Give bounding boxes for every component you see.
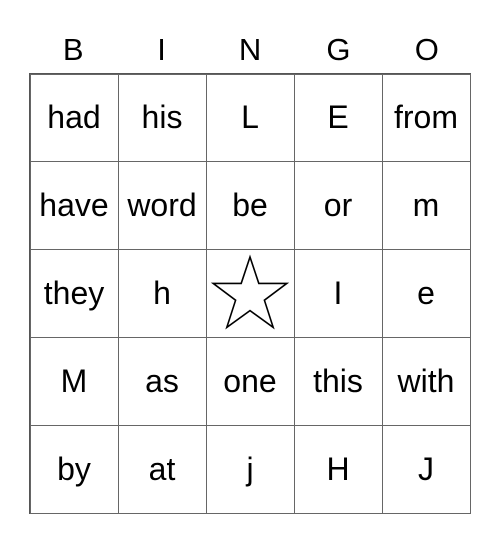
bingo-cell[interactable]: with [381,336,471,426]
bingo-cell[interactable]: L [205,73,295,163]
bingo-header: B I N G O [29,30,471,70]
bingo-cell[interactable]: be [205,161,295,251]
header-letter-b: B [62,32,84,67]
bingo-cell[interactable]: at [117,424,207,514]
bingo-cell[interactable]: one [205,336,295,426]
free-space-cell[interactable] [205,249,295,338]
bingo-cell[interactable]: or [293,161,383,251]
bingo-cell[interactable]: this [293,336,383,426]
star-icon [210,254,290,330]
bingo-cell[interactable]: M [29,336,119,426]
bingo-cell[interactable]: H [293,424,383,514]
bingo-cell[interactable]: his [117,73,207,163]
bingo-cell[interactable]: h [117,249,207,338]
bingo-cell[interactable]: had [29,73,119,163]
header-letter-o: O [414,32,439,67]
bingo-cell[interactable]: m [381,161,471,251]
bingo-cell[interactable]: have [29,161,119,251]
bingo-cell[interactable]: j [205,424,295,514]
bingo-cell[interactable]: e [381,249,471,338]
header-letter-g: G [326,32,351,67]
bingo-cell[interactable]: E [293,73,383,163]
bingo-cell[interactable]: by [29,424,119,514]
bingo-grid: had his L E from have word be or m they … [29,73,471,514]
bingo-cell[interactable]: I [293,249,383,338]
bingo-cell[interactable]: J [381,424,471,514]
bingo-cell[interactable]: word [117,161,207,251]
header-letter-i: I [157,32,166,67]
bingo-cell[interactable]: from [381,73,471,163]
header-letter-n: N [238,32,262,67]
bingo-cell[interactable]: as [117,336,207,426]
bingo-cell[interactable]: they [29,249,119,338]
